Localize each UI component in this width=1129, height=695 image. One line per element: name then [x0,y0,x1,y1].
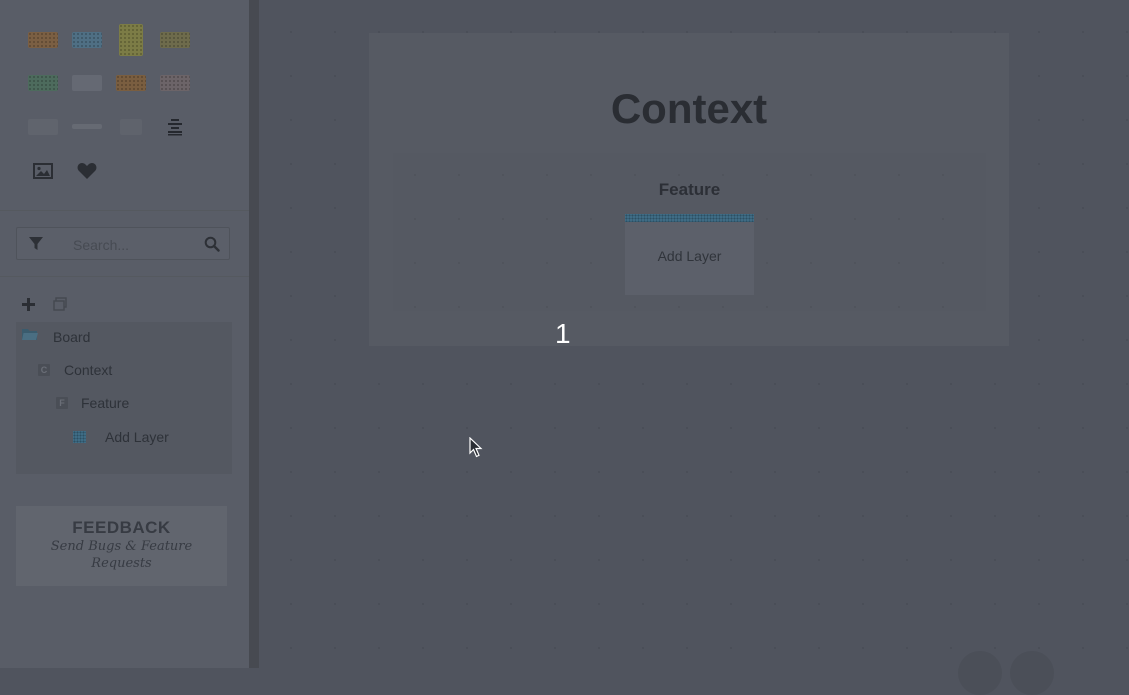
rose-card-swatch[interactable] [159,73,191,93]
add-layer-label: Add Layer [657,248,722,264]
search-box [16,227,230,260]
tree-item-board[interactable]: Board [22,325,90,349]
tree-item-label: Board [53,329,91,345]
tree-item-label: Context [64,362,113,378]
line-swatch[interactable] [71,117,103,137]
context-card[interactable]: Context Feature Add Layer [369,33,1009,346]
folder-icon [22,328,38,346]
feedback-title: FEEDBACK [72,518,171,537]
tree-item-add-layer[interactable]: Add Layer [73,425,169,449]
mouse-cursor-icon [469,436,483,463]
step-number: 1 [555,318,571,349]
add-icon[interactable] [22,298,35,316]
layer-color-stripe [625,214,754,222]
add-layer-card[interactable]: Add Layer [625,214,754,295]
sidebar: Board C Context F Feature Add Layer FEED… [0,0,249,668]
heart-icon[interactable] [74,160,100,182]
zoom-in-button[interactable] [958,651,1002,695]
feature-panel[interactable]: Feature Add Layer [393,153,986,311]
text-align-icon[interactable] [163,116,187,138]
feature-icon: F [56,397,68,409]
gray-card-swatch[interactable] [71,73,103,93]
brown-card-swatch[interactable] [115,73,147,93]
feedback-button[interactable]: FEEDBACK Send Bugs & Feature Requests [16,506,227,586]
tree-item-context[interactable]: C Context [38,358,112,382]
tree-item-label: Feature [81,395,130,411]
olive-card-swatch[interactable] [159,30,191,50]
tree-item-feature[interactable]: F Feature [56,391,129,415]
board-canvas[interactable]: Context Feature Add Layer 1 [259,0,1129,695]
image-icon[interactable] [30,160,56,182]
light-card-swatch[interactable] [27,117,59,137]
context-title: Context [610,85,768,132]
collapse-all-icon[interactable] [53,297,67,316]
zoom-out-button[interactable] [1010,651,1054,695]
context-icon: C [38,364,50,376]
feature-title: Feature [658,180,721,199]
layer-icon [73,431,86,443]
sidebar-divider [0,276,249,277]
search-icon[interactable] [204,236,220,257]
sidebar-resize-handle[interactable] [249,0,259,668]
blue-card-swatch[interactable] [71,30,103,50]
sidebar-divider [0,210,249,211]
tree-item-label: Add Layer [105,429,169,445]
yellow-card-swatch[interactable] [118,23,144,57]
feedback-subtitle: Send Bugs & Feature Requests [50,539,193,571]
small-card-swatch[interactable] [119,117,143,137]
filter-icon[interactable] [29,237,43,256]
orange-card-swatch[interactable] [27,30,59,50]
search-input[interactable] [71,234,195,256]
green-card-swatch[interactable] [27,73,59,93]
